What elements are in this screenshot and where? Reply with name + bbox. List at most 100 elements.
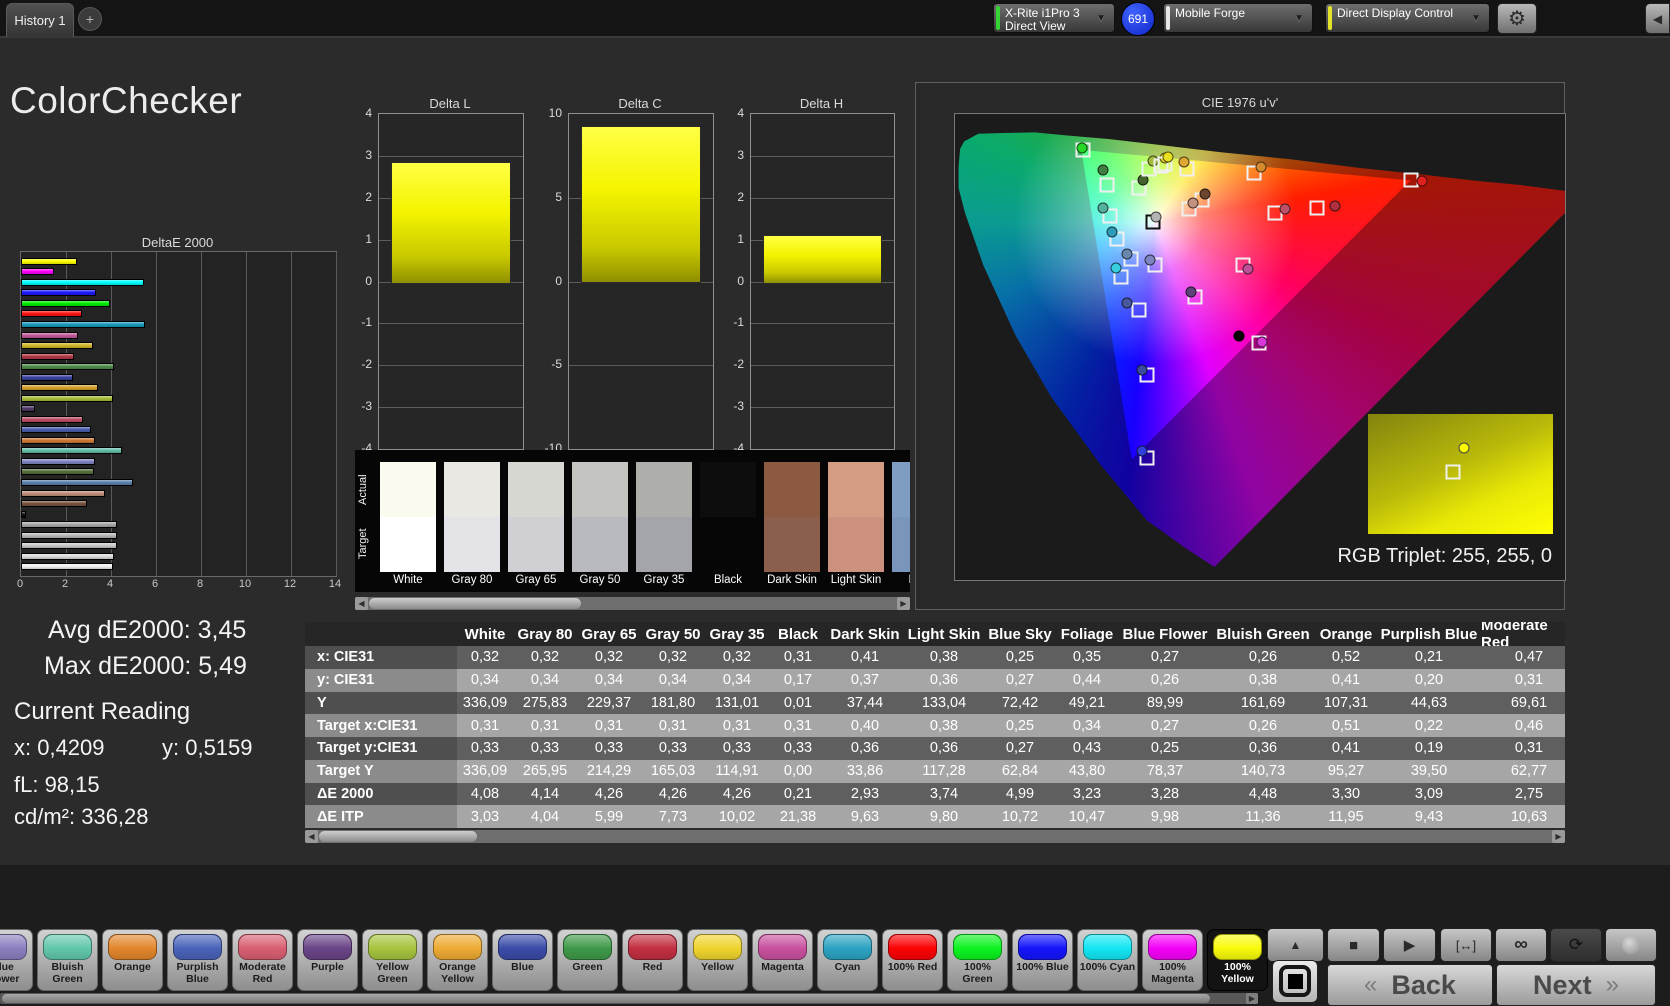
deltae-bar-magenta	[21, 332, 78, 339]
measured-marker-magenta	[1242, 264, 1253, 275]
measured-marker-blue-sky	[1121, 248, 1132, 259]
y-tick-label: 1	[716, 232, 744, 246]
extra-round-button[interactable]	[1605, 928, 1657, 962]
value-cell: 114,91	[705, 760, 769, 783]
value-cell: Gray 50	[641, 622, 705, 646]
measured-marker-blue-flower	[1144, 254, 1155, 265]
measured-marker-dark-skin	[1200, 189, 1211, 200]
value-cell: Gray 80	[513, 622, 577, 646]
gridline	[751, 198, 894, 199]
patch-button-yellow-green[interactable]: Yellow Green	[362, 929, 423, 991]
patch-color	[888, 934, 937, 960]
table-row: x: CIE310,320,320,320,320,320,310,410,38…	[305, 646, 1565, 669]
gridline	[156, 252, 157, 576]
scroll-right-icon[interactable]: ▶	[897, 597, 910, 610]
patch-scrollbar-thumb[interactable]	[2, 994, 1210, 1003]
value-cell: 0,32	[513, 646, 577, 669]
table-scrollbar[interactable]: ◀ ▶	[305, 830, 1565, 843]
delta-h-plot	[750, 113, 895, 450]
display-control-dropdown[interactable]: Direct Display Control ▼	[1325, 3, 1490, 33]
swatch-label: Light Skin	[820, 574, 892, 586]
patch-button-100-yellow[interactable]: 100% Yellow	[1207, 929, 1268, 991]
value-cell: 4,99	[985, 783, 1055, 806]
value-cell: 3,30	[1315, 783, 1377, 806]
patch-button-bluish-green[interactable]: Bluish Green	[37, 929, 98, 991]
patch-color	[1148, 934, 1197, 960]
patch-button-orange-yellow[interactable]: Orange Yellow	[427, 929, 488, 991]
swatch-scrollbar-thumb[interactable]	[369, 598, 581, 609]
measured-marker-100-blue	[1136, 445, 1147, 456]
patch-button-moderate-red[interactable]: Moderate Red	[232, 929, 293, 991]
scroll-right-icon[interactable]: ▶	[1246, 993, 1258, 1004]
patch-button-100-blue[interactable]: 100% Blue	[1012, 929, 1073, 991]
stop-button[interactable]: ■	[1327, 928, 1380, 962]
next-button[interactable]: Next »	[1496, 964, 1656, 1006]
play-button[interactable]: ▶	[1383, 928, 1436, 962]
swatch-gray-50: Gray 50	[572, 462, 628, 572]
table-scrollbar-thumb[interactable]	[319, 831, 477, 842]
y-tick-label: -1	[344, 315, 372, 329]
patch-button-100-magenta[interactable]: 100% Magenta	[1142, 929, 1203, 991]
inset-target-point	[1446, 464, 1461, 479]
scroll-left-icon[interactable]: ◀	[305, 830, 318, 843]
deltae-bar-100-cyan	[21, 279, 144, 286]
scroll-right-icon[interactable]: ▶	[1552, 830, 1565, 843]
table-row: Y336,09275,83229,37181,80131,010,0137,44…	[305, 692, 1565, 715]
target-color	[572, 517, 628, 572]
patch-button-green[interactable]: Green	[557, 929, 618, 991]
value-cell: 0,40	[827, 714, 903, 737]
patch-button-yellow[interactable]: Yellow	[687, 929, 748, 991]
patch-label: 100% Cyan	[1078, 961, 1137, 973]
back-button[interactable]: « Back	[1327, 964, 1493, 1006]
scroll-left-icon[interactable]: ◀	[355, 597, 368, 610]
gridline	[751, 407, 894, 408]
deltae-bar-black	[21, 511, 26, 518]
pattern-window-button[interactable]	[1272, 960, 1318, 1003]
value-cell: 0,01	[769, 692, 827, 715]
patch-button-red[interactable]: Red	[622, 929, 683, 991]
value-cell: 4,14	[513, 783, 577, 806]
value-cell: 69,61	[1481, 692, 1565, 715]
pattern-size-button[interactable]: [↔]	[1440, 928, 1492, 962]
patch-button-purplish-blue[interactable]: Purplish Blue	[167, 929, 228, 991]
deltae-bar-100-blue	[21, 289, 96, 296]
gridline	[201, 252, 202, 576]
swatch-strip-scrollbar[interactable]: ◀ ▶	[355, 597, 910, 610]
table-row: ΔE ITP3,034,045,997,7310,0221,389,639,80…	[305, 805, 1565, 828]
patch-button-orange[interactable]: Orange	[102, 929, 163, 991]
patch-color	[498, 934, 547, 960]
value-cell: 49,21	[1055, 692, 1119, 715]
value-cell: Purplish Blue	[1377, 622, 1481, 646]
value-cell: 0,31	[705, 714, 769, 737]
patch-button-100-green[interactable]: 100% Green	[947, 929, 1008, 991]
meter-dropdown[interactable]: X-Rite i1Pro 3 Direct View ▼	[993, 3, 1115, 33]
x-tick-label: 4	[107, 578, 113, 590]
patch-button-magenta[interactable]: Magenta	[752, 929, 813, 991]
patch-button-blue-flower[interactable]: Blue Flower	[0, 929, 33, 991]
deltae-bar-yellow	[21, 342, 93, 349]
deltae-bar-green	[21, 363, 114, 370]
patch-button-blue[interactable]: Blue	[492, 929, 553, 991]
patch-button-100-cyan[interactable]: 100% Cyan	[1077, 929, 1138, 991]
swatch-label: Black	[692, 574, 764, 586]
target-color	[892, 517, 910, 572]
source-dropdown[interactable]: Mobile Forge ▼	[1163, 3, 1313, 33]
add-tab-button[interactable]: +	[78, 7, 102, 31]
patch-button-purple[interactable]: Purple	[297, 929, 358, 991]
settings-button[interactable]: ⚙	[1497, 3, 1537, 34]
loop-button[interactable]: ∞	[1495, 928, 1547, 962]
meter-count-badge[interactable]: 691	[1121, 2, 1155, 36]
play-icon: ▶	[1404, 936, 1416, 954]
colorchecker-table: WhiteGray 80Gray 65Gray 50Gray 35BlackDa…	[305, 622, 1565, 828]
tab-history-1[interactable]: History 1	[6, 3, 74, 37]
value-cell: 0,36	[903, 737, 985, 760]
y-tick-label: -3	[344, 399, 372, 413]
patch-button-100-red[interactable]: 100% Red	[882, 929, 943, 991]
patch-button-cyan[interactable]: Cyan	[817, 929, 878, 991]
collapse-panel-button[interactable]: ◀	[1645, 3, 1670, 34]
pattern-list-up-button[interactable]: ▲	[1267, 928, 1324, 962]
patch-scrollbar[interactable]: ▶	[0, 993, 1258, 1004]
value-cell: 0,32	[577, 646, 641, 669]
refresh-button[interactable]: ⟳	[1550, 928, 1602, 962]
cie-zoom-inset	[1368, 414, 1553, 534]
